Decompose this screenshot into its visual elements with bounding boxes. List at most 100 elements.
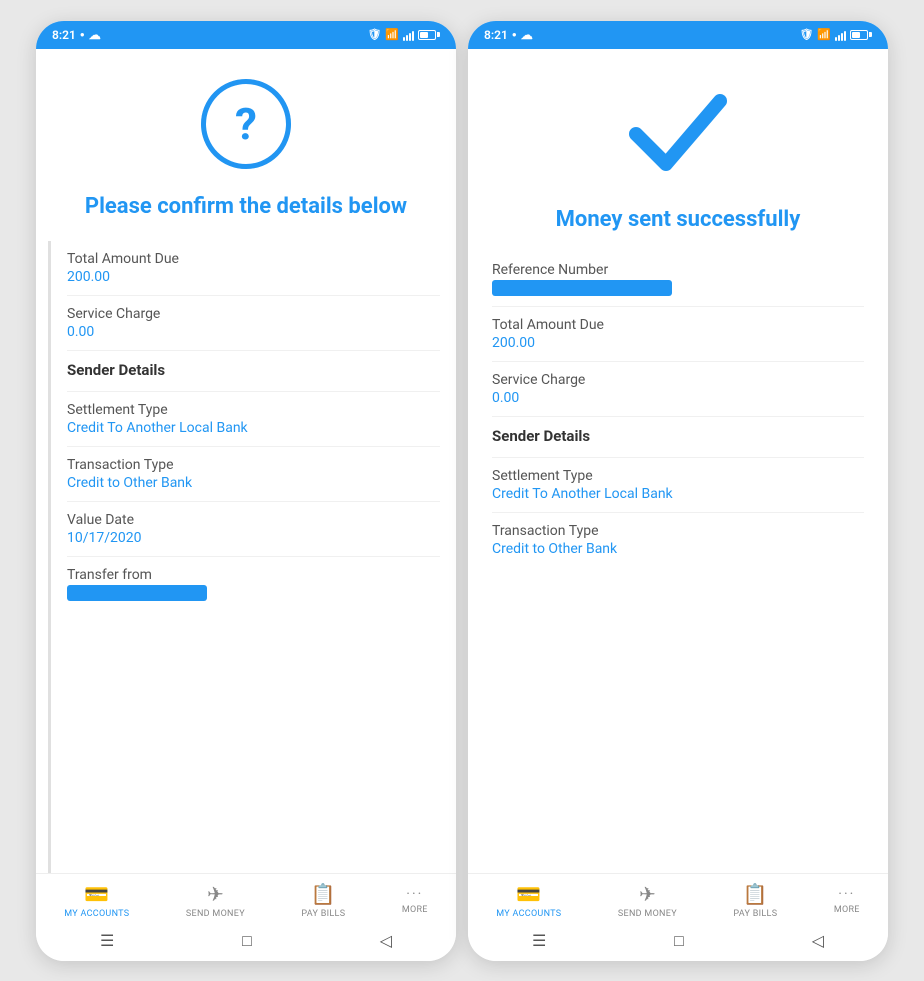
checkmark-svg-icon xyxy=(628,89,728,179)
more-label-1: MORE xyxy=(402,905,428,915)
time-display-2: 8:21 xyxy=(484,28,508,42)
cloud-icon-2: ☁ xyxy=(521,28,533,42)
status-right-1: 🛡 📶 xyxy=(367,28,440,41)
detail-row-sender-header-2: Sender Details xyxy=(492,417,864,458)
cloud-icon: ☁ xyxy=(89,28,101,42)
my-accounts-label-2: MY ACCOUNTS xyxy=(496,909,561,919)
transfer-from-label: Transfer from xyxy=(67,567,440,583)
nav-more-2[interactable]: ··· MORE xyxy=(834,886,860,915)
time-display-1: 8:21 xyxy=(52,28,76,42)
battery-icon-1 xyxy=(418,30,440,40)
settlement-type-label: Settlement Type xyxy=(67,402,440,418)
status-bar-2: 8:21 ● ☁ 🛡 📶 xyxy=(468,21,888,49)
sender-details-header-2: Sender Details xyxy=(492,427,864,445)
my-accounts-icon-1: 💳 xyxy=(84,882,109,906)
total-amount-value: 200.00 xyxy=(67,269,440,285)
send-money-icon-2: ✈ xyxy=(639,882,656,906)
detail-row-sender-header: Sender Details xyxy=(67,351,440,392)
bottom-nav-1: 💳 MY ACCOUNTS ✈ SEND MONEY 📋 PAY BILLS ·… xyxy=(36,873,456,923)
phones-container: 8:21 ● ☁ 🛡 📶 xyxy=(16,1,908,981)
service-charge-label: Service Charge xyxy=(67,306,440,322)
detail-row-ref: Reference Number xyxy=(492,252,864,307)
status-right-2: 🛡 📶 xyxy=(799,28,872,41)
confirm-title: Please confirm the details below xyxy=(36,185,456,242)
service-charge-value: 0.00 xyxy=(67,324,440,340)
send-money-label-2: SEND MONEY xyxy=(618,909,677,919)
detail-row-transaction-2: Transaction Type Credit to Other Bank xyxy=(492,513,864,567)
question-circle-icon: ? xyxy=(201,79,291,169)
nav-pay-bills-2[interactable]: 📋 PAY BILLS xyxy=(733,882,777,919)
success-screen: Money sent successfully Reference Number… xyxy=(468,49,888,873)
total-amount-value-2: 200.00 xyxy=(492,335,864,351)
nav-pay-bills-1[interactable]: 📋 PAY BILLS xyxy=(301,882,345,919)
settlement-type-value-2: Credit To Another Local Bank xyxy=(492,486,864,502)
settlement-type-value: Credit To Another Local Bank xyxy=(67,420,440,436)
status-left-1: 8:21 ● ☁ xyxy=(52,28,101,42)
success-details: Reference Number Total Amount Due 200.00… xyxy=(468,252,888,873)
system-nav-2: ☰ □ ◁ xyxy=(468,923,888,961)
signal-icon-1 xyxy=(403,29,414,41)
pay-bills-icon-2: 📋 xyxy=(743,882,768,906)
wifi-icon-1: 📶 xyxy=(385,28,399,41)
menu-icon-2[interactable]: ☰ xyxy=(532,931,546,950)
shield-icon-2: 🛡 xyxy=(799,28,813,41)
sender-details-header: Sender Details xyxy=(67,361,440,379)
system-nav-1: ☰ □ ◁ xyxy=(36,923,456,961)
value-date-label: Value Date xyxy=(67,512,440,528)
detail-row-total-2: Total Amount Due 200.00 xyxy=(492,307,864,362)
confirm-details-section: Total Amount Due 200.00 Service Charge 0… xyxy=(36,241,456,872)
status-bar-1: 8:21 ● ☁ 🛡 📶 xyxy=(36,21,456,49)
nav-my-accounts-1[interactable]: 💳 MY ACCOUNTS xyxy=(64,882,129,919)
phone-confirm: 8:21 ● ☁ 🛡 📶 xyxy=(36,21,456,961)
nav-send-money-2[interactable]: ✈ SEND MONEY xyxy=(618,882,677,919)
pay-bills-label-2: PAY BILLS xyxy=(733,909,777,919)
confirm-icon-area: ? xyxy=(36,49,456,185)
transfer-from-redacted xyxy=(67,585,207,601)
success-icon-area xyxy=(468,49,888,199)
send-money-label-1: SEND MONEY xyxy=(186,909,245,919)
nav-more-1[interactable]: ··· MORE xyxy=(402,886,428,915)
pay-bills-icon-1: 📋 xyxy=(311,882,336,906)
status-dot-icon: ● xyxy=(80,30,85,39)
service-charge-label-2: Service Charge xyxy=(492,372,864,388)
confirm-screen: ? Please confirm the details below Total… xyxy=(36,49,456,873)
bottom-nav-2: 💳 MY ACCOUNTS ✈ SEND MONEY 📋 PAY BILLS ·… xyxy=(468,873,888,923)
transaction-type-label-2: Transaction Type xyxy=(492,523,864,539)
detail-row-date: Value Date 10/17/2020 xyxy=(67,502,440,557)
success-title: Money sent successfully xyxy=(468,199,888,252)
shield-icon: 🛡 xyxy=(367,28,381,41)
total-amount-label: Total Amount Due xyxy=(67,251,440,267)
phone-success: 8:21 ● ☁ 🛡 📶 xyxy=(468,21,888,961)
nav-send-money-1[interactable]: ✈ SEND MONEY xyxy=(186,882,245,919)
detail-row-transfer: Transfer from xyxy=(67,557,440,611)
battery-icon-2 xyxy=(850,30,872,40)
status-left-2: 8:21 ● ☁ xyxy=(484,28,533,42)
more-label-2: MORE xyxy=(834,905,860,915)
transaction-type-value-2: Credit to Other Bank xyxy=(492,541,864,557)
back-icon-2[interactable]: ◁ xyxy=(812,931,824,950)
send-money-icon-1: ✈ xyxy=(207,882,224,906)
detail-row-total: Total Amount Due 200.00 xyxy=(67,241,440,296)
more-icon-2: ··· xyxy=(838,886,855,902)
detail-row-service: Service Charge 0.00 xyxy=(67,296,440,351)
question-mark-symbol: ? xyxy=(235,102,257,146)
my-accounts-label-1: MY ACCOUNTS xyxy=(64,909,129,919)
success-content: Money sent successfully Reference Number… xyxy=(468,49,888,873)
menu-icon-1[interactable]: ☰ xyxy=(100,931,114,950)
detail-row-settlement: Settlement Type Credit To Another Local … xyxy=(67,392,440,447)
reference-number-redacted xyxy=(492,280,672,296)
my-accounts-icon-2: 💳 xyxy=(516,882,541,906)
back-icon-1[interactable]: ◁ xyxy=(380,931,392,950)
home-icon-2[interactable]: □ xyxy=(674,931,684,951)
details-inner: Total Amount Due 200.00 Service Charge 0… xyxy=(51,241,456,872)
detail-row-transaction: Transaction Type Credit to Other Bank xyxy=(67,447,440,502)
signal-icon-2 xyxy=(835,29,846,41)
more-icon-1: ··· xyxy=(406,886,423,902)
nav-my-accounts-2[interactable]: 💳 MY ACCOUNTS xyxy=(496,882,561,919)
value-date-value: 10/17/2020 xyxy=(67,530,440,546)
settlement-type-label-2: Settlement Type xyxy=(492,468,864,484)
transaction-type-label: Transaction Type xyxy=(67,457,440,473)
total-amount-label-2: Total Amount Due xyxy=(492,317,864,333)
confirm-content: ? Please confirm the details below Total… xyxy=(36,49,456,873)
home-icon-1[interactable]: □ xyxy=(242,931,252,951)
